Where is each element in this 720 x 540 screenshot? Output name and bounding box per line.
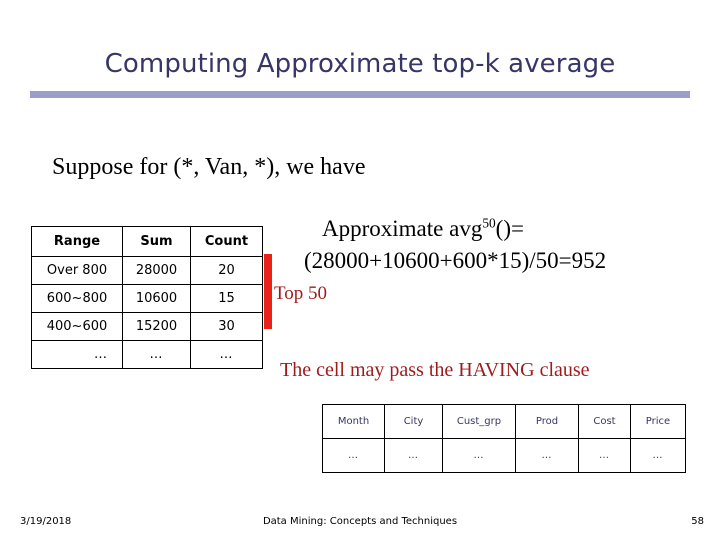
approximate-average-formula: Approximate avg50()= (28000+10600+600*15…: [300, 213, 700, 277]
formula-superscript: 50: [482, 215, 496, 231]
title-divider-rule: [30, 91, 690, 98]
cell-sum: …: [122, 340, 191, 369]
range-sum-count-table: Range Sum Count Over 800 28000 20 600~80…: [31, 226, 263, 369]
cell-price: …: [630, 438, 686, 473]
slide-canvas: Computing Approximate top-k average Supp…: [0, 0, 720, 540]
schema-columns-table: Month City Cust_grp Prod Cost Price … … …: [322, 404, 686, 473]
cell-city: …: [384, 438, 443, 473]
cell-count: …: [190, 340, 263, 369]
page-title: Computing Approximate top-k average: [104, 49, 616, 79]
table-row: … … … … … …: [322, 438, 686, 473]
table-header-row: Range Sum Count: [31, 226, 263, 257]
table-row: 600~800 10600 15: [31, 284, 263, 313]
formula-prefix: Approximate avg: [322, 216, 483, 241]
footer-page-number: 58: [691, 516, 704, 527]
cell-count: 30: [190, 312, 263, 341]
column-header-cost: Cost: [578, 404, 631, 439]
column-header-prod: Prod: [515, 404, 579, 439]
column-header-sum: Sum: [122, 226, 191, 257]
cell-sum: 10600: [122, 284, 191, 313]
column-header-range: Range: [31, 226, 123, 257]
column-header-month: Month: [322, 404, 385, 439]
suppose-statement: Suppose for (*, Van, *), we have: [52, 154, 366, 180]
cell-sum: 28000: [122, 256, 191, 285]
cell-count: 20: [190, 256, 263, 285]
table-row: 400~600 15200 30: [31, 312, 263, 341]
column-header-city: City: [384, 404, 443, 439]
table-row: Over 800 28000 20: [31, 256, 263, 285]
footer-title: Data Mining: Concepts and Techniques: [262, 516, 458, 527]
having-clause-note: The cell may pass the HAVING clause: [280, 359, 590, 381]
formula-line-one: Approximate avg50()=: [300, 213, 700, 245]
cell-range: 600~800: [31, 284, 123, 313]
cell-range: Over 800: [31, 256, 123, 285]
column-header-cust-grp: Cust_grp: [442, 404, 516, 439]
column-header-count: Count: [190, 226, 263, 257]
column-header-price: Price: [630, 404, 686, 439]
cell-sum: 15200: [122, 312, 191, 341]
cell-count: 15: [190, 284, 263, 313]
cell-range: …: [31, 340, 123, 369]
cell-cust-grp: …: [442, 438, 516, 473]
top-k-marker-label: Top 50: [274, 283, 328, 304]
cell-prod: …: [515, 438, 579, 473]
cell-month: …: [322, 438, 385, 473]
cell-range: 400~600: [31, 312, 123, 341]
formula-line-two: (28000+10600+600*15)/50=952: [304, 248, 607, 273]
table-header-row: Month City Cust_grp Prod Cost Price: [322, 404, 686, 439]
cell-cost: …: [578, 438, 631, 473]
table-row: … … …: [31, 340, 263, 369]
formula-suffix: ()=: [495, 216, 524, 241]
slide-footer: 3/19/2018 Data Mining: Concepts and Tech…: [0, 516, 720, 532]
top-k-marker-bar: [264, 254, 272, 329]
